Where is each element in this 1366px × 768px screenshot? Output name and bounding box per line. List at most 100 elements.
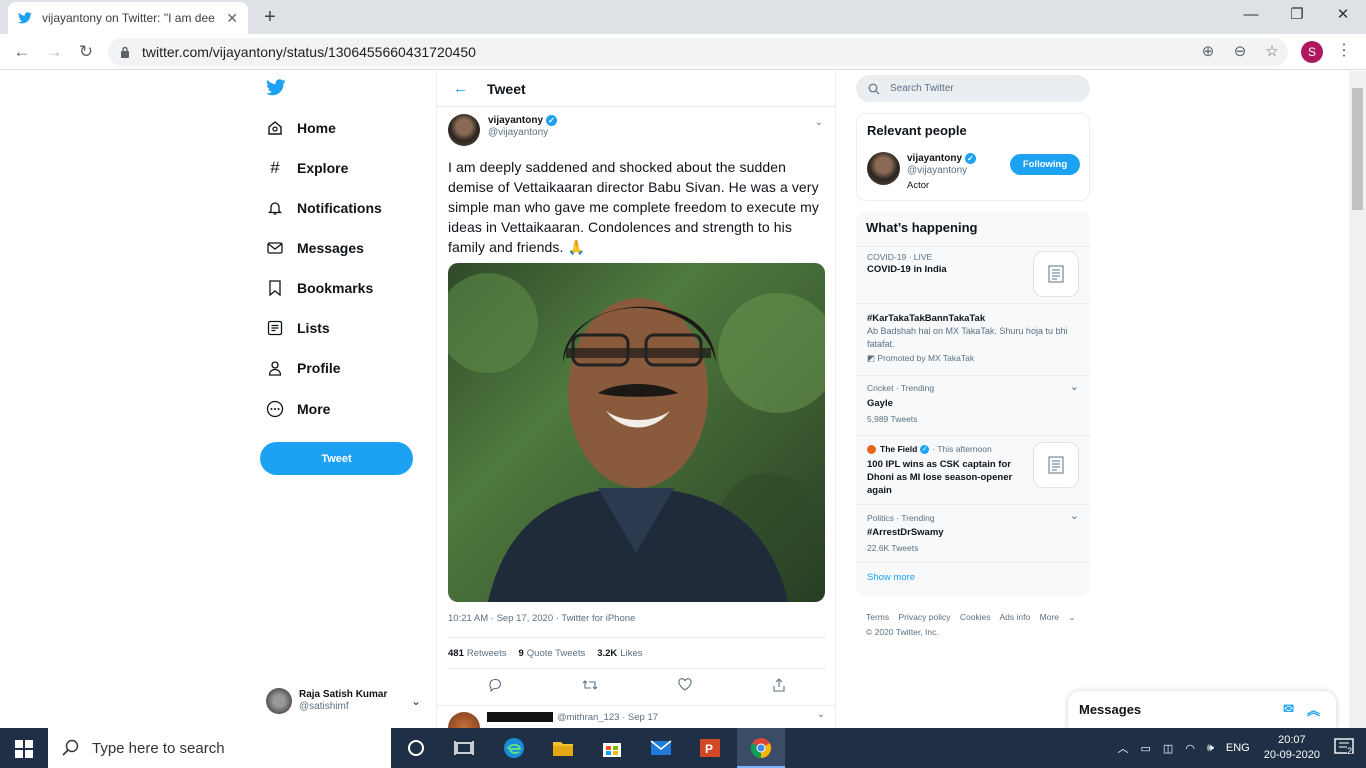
store-icon[interactable]: [600, 736, 624, 760]
trend-item[interactable]: COVID-19 · LIVE COVID-19 in India: [856, 246, 1090, 303]
retweet-count[interactable]: 481 Retweets: [448, 648, 506, 659]
trend-item-news[interactable]: The Field ✓ · This afternoon 100 IPL win…: [856, 435, 1090, 504]
author-name[interactable]: vijayantony: [488, 114, 543, 127]
relevant-people-card: Relevant people vijayantony ✓ @vijayanton…: [856, 113, 1090, 201]
close-window-button[interactable]: ✕: [1328, 4, 1358, 28]
notifications-icon[interactable]: 2: [1334, 737, 1354, 759]
sidebar-item-lists[interactable]: Lists: [266, 319, 330, 337]
scrollbar-thumb[interactable]: [1352, 88, 1363, 210]
tweet-photo[interactable]: [448, 263, 825, 602]
task-view-icon[interactable]: [452, 736, 476, 760]
browser-tab[interactable]: vijayantony on Twitter: "I am dee ✕: [8, 2, 248, 34]
sidebar-item-messages[interactable]: Messages: [266, 239, 364, 257]
more-link[interactable]: More ⌄: [1040, 612, 1076, 622]
sidebar-item-explore[interactable]: # Explore: [266, 158, 348, 177]
close-tab-icon[interactable]: ✕: [226, 10, 238, 27]
trend-title: 100 IPL wins as CSK captain for Dhoni as…: [867, 459, 1013, 496]
windows-start-icon[interactable]: [15, 740, 33, 763]
sidebar-item-more[interactable]: More: [266, 400, 330, 418]
clock-time: 20:07: [1278, 734, 1306, 746]
tweet-timestamp[interactable]: 10:21 AM · Sep 17, 2020 · Twitter for iP…: [448, 613, 635, 624]
account-switcher[interactable]: Raja Satish Kumar @satishimf: [266, 688, 387, 714]
mail-icon: [266, 239, 284, 257]
avatar[interactable]: [448, 114, 480, 146]
messages-drawer[interactable]: Messages ✉ ︽: [1068, 691, 1336, 728]
sidebar-item-home[interactable]: Home: [266, 119, 336, 137]
avatar[interactable]: [867, 152, 900, 185]
reload-button[interactable]: ↻: [74, 40, 98, 64]
person-bio: Actor: [907, 180, 930, 191]
page-title: Tweet: [487, 80, 526, 97]
avatar[interactable]: [448, 712, 480, 728]
sidebar-item-profile[interactable]: Profile: [266, 359, 341, 377]
trend-title: #ArrestDrSwamy: [867, 527, 944, 538]
chevron-down-icon[interactable]: ⌄: [815, 117, 823, 128]
chevron-down-icon[interactable]: ⌄: [411, 694, 421, 708]
zoom-icon[interactable]: ⊖: [1230, 42, 1250, 62]
privacy-link[interactable]: Privacy policy: [899, 612, 951, 622]
expand-icon[interactable]: ︽: [1307, 700, 1320, 719]
column-header: ← Tweet: [437, 71, 835, 107]
back-button[interactable]: ←: [10, 40, 34, 64]
reply-icon[interactable]: [488, 678, 502, 697]
restore-button[interactable]: ❐: [1282, 4, 1312, 28]
powerpoint-icon[interactable]: P: [698, 736, 722, 760]
chevron-down-icon[interactable]: ⌄: [1070, 381, 1079, 393]
minimize-button[interactable]: —: [1236, 4, 1266, 28]
battery-icon[interactable]: ▭: [1141, 742, 1151, 755]
card-title: What’s happening: [866, 220, 978, 235]
share-icon[interactable]: [772, 677, 786, 697]
tray-chevron-icon[interactable]: ︿: [1118, 740, 1129, 756]
chevron-down-icon[interactable]: ⌄: [817, 709, 825, 720]
omnibox[interactable]: twitter.com/vijayantony/status/130645566…: [108, 38, 1288, 66]
list-icon: [266, 319, 284, 337]
add-icon[interactable]: ⊕: [1198, 42, 1218, 62]
chevron-down-icon[interactable]: ⌄: [1070, 510, 1079, 522]
card-title: Relevant people: [867, 123, 967, 138]
trend-item-promoted[interactable]: #KarTakaTakBannTakaTak Ab Badshah hai on…: [856, 303, 1090, 375]
reply-name-redacted: [487, 712, 553, 722]
edge-icon[interactable]: [502, 736, 526, 760]
trend-context: Politics · Trending: [867, 513, 935, 523]
cookies-link[interactable]: Cookies: [960, 612, 991, 622]
file-explorer-icon[interactable]: [551, 736, 575, 760]
tweet-button[interactable]: Tweet: [260, 442, 413, 475]
menu-dots-icon[interactable]: ⋮: [1336, 40, 1352, 60]
volume-icon[interactable]: 🕪: [1207, 742, 1214, 755]
retweet-icon[interactable]: [582, 678, 598, 697]
sidebar-item-notifications[interactable]: Notifications: [266, 199, 382, 217]
person-name[interactable]: vijayantony: [907, 152, 962, 165]
person-handle[interactable]: @vijayantony: [907, 165, 976, 177]
sidebar-item-bookmarks[interactable]: Bookmarks: [266, 279, 373, 297]
tweet-stats: 481 Retweets 9 Quote Tweets 3.2K Likes: [448, 637, 826, 669]
sidebar-item-label: Profile: [297, 360, 341, 376]
cortana-icon[interactable]: [404, 736, 428, 760]
like-count[interactable]: 3.2K Likes: [597, 648, 642, 659]
new-tab-button[interactable]: +: [258, 6, 282, 30]
twitter-logo-icon[interactable]: [266, 79, 286, 101]
author-handle[interactable]: @vijayantony: [488, 127, 557, 139]
ads-link[interactable]: Ads info: [999, 612, 1030, 622]
star-icon[interactable]: ☆: [1262, 42, 1282, 62]
back-arrow-icon[interactable]: ←: [453, 80, 473, 97]
taskbar-search[interactable]: Type here to search: [48, 728, 391, 768]
clock[interactable]: 20:07 20-09-2020: [1264, 733, 1320, 763]
network-icon[interactable]: ◫: [1163, 742, 1173, 755]
search-input[interactable]: Search Twitter: [856, 75, 1090, 102]
forward-button[interactable]: →: [42, 40, 66, 64]
profile-avatar[interactable]: S: [1301, 41, 1323, 63]
new-message-icon[interactable]: ✉: [1283, 701, 1294, 717]
trend-item[interactable]: Politics · Trending #ArrestDrSwamy 22.6K…: [856, 504, 1090, 562]
chrome-taskbar-item[interactable]: [737, 728, 785, 768]
language-indicator[interactable]: ENG: [1226, 742, 1250, 754]
show-more-link[interactable]: Show more: [867, 572, 915, 583]
trend-item[interactable]: Cricket · Trending Gayle 5,989 Tweets ⌄: [856, 375, 1090, 435]
quote-count[interactable]: 9 Quote Tweets: [518, 648, 585, 659]
following-button[interactable]: Following: [1010, 154, 1080, 175]
reply-tweet[interactable]: @mithran_123 · Sep 17 ⌄: [437, 705, 835, 728]
like-icon[interactable]: [678, 678, 692, 696]
wifi-icon[interactable]: ◠: [1185, 742, 1195, 755]
terms-link[interactable]: Terms: [866, 612, 889, 622]
mail-icon[interactable]: [649, 736, 673, 760]
clock-date: 20-09-2020: [1263, 749, 1320, 761]
